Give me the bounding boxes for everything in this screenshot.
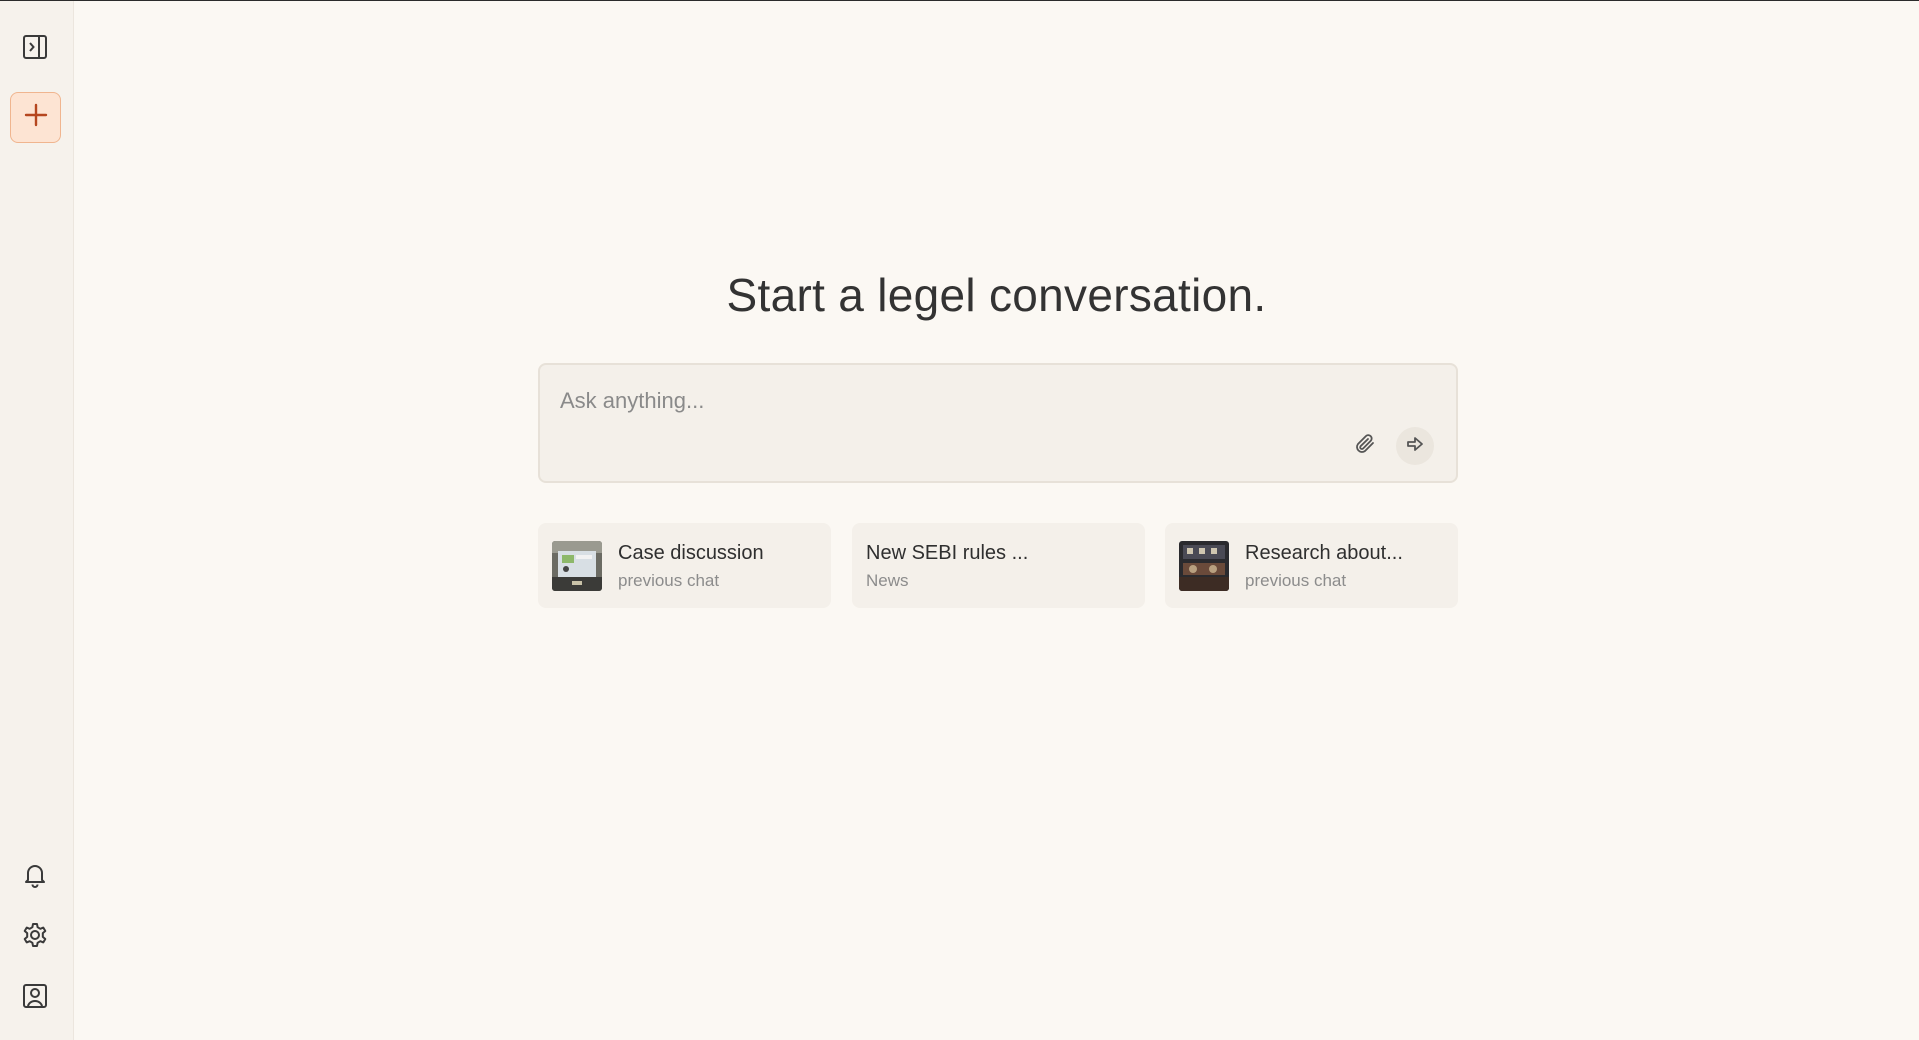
ask-input[interactable] — [558, 383, 1402, 419]
card-title: Research about... — [1245, 542, 1403, 564]
attach-button[interactable] — [1350, 431, 1380, 461]
card-title: New SEBI rules ... — [866, 542, 1029, 564]
card-subtitle: previous chat — [618, 571, 720, 590]
suggestion-cards: Case discussion previous chat New SEBI r… — [538, 523, 1458, 608]
card-title: Case discussion — [618, 542, 764, 564]
suggestion-card-sebi-rules[interactable]: New SEBI rules ... News — [852, 523, 1145, 608]
paperclip-icon — [1352, 431, 1378, 462]
notifications-button[interactable] — [14, 854, 56, 896]
settings-button[interactable] — [14, 914, 56, 956]
new-chat-button[interactable] — [10, 92, 61, 143]
card-subtitle: News — [866, 571, 909, 590]
card-subtitle: previous chat — [1245, 571, 1347, 590]
gear-icon — [21, 921, 49, 949]
profile-icon — [21, 982, 49, 1010]
arrow-right-icon — [1405, 434, 1425, 459]
bell-icon — [21, 861, 49, 889]
sidebar — [0, 1, 74, 1040]
suggestion-card-research[interactable]: Research about... previous chat — [1165, 523, 1458, 608]
page-title: Start a legel conversation. — [726, 269, 1267, 321]
sidebar-toggle-button[interactable] — [14, 26, 56, 68]
profile-button[interactable] — [14, 975, 56, 1017]
card-thumbnail-image — [552, 541, 602, 591]
sidebar-toggle-icon — [21, 33, 49, 61]
top-border — [0, 0, 1919, 1]
suggestion-card-case-discussion[interactable]: Case discussion previous chat — [538, 523, 831, 608]
plus-icon — [24, 103, 48, 132]
card-thumbnail-image — [1179, 541, 1229, 591]
send-button[interactable] — [1396, 427, 1434, 465]
ask-box — [538, 363, 1458, 483]
